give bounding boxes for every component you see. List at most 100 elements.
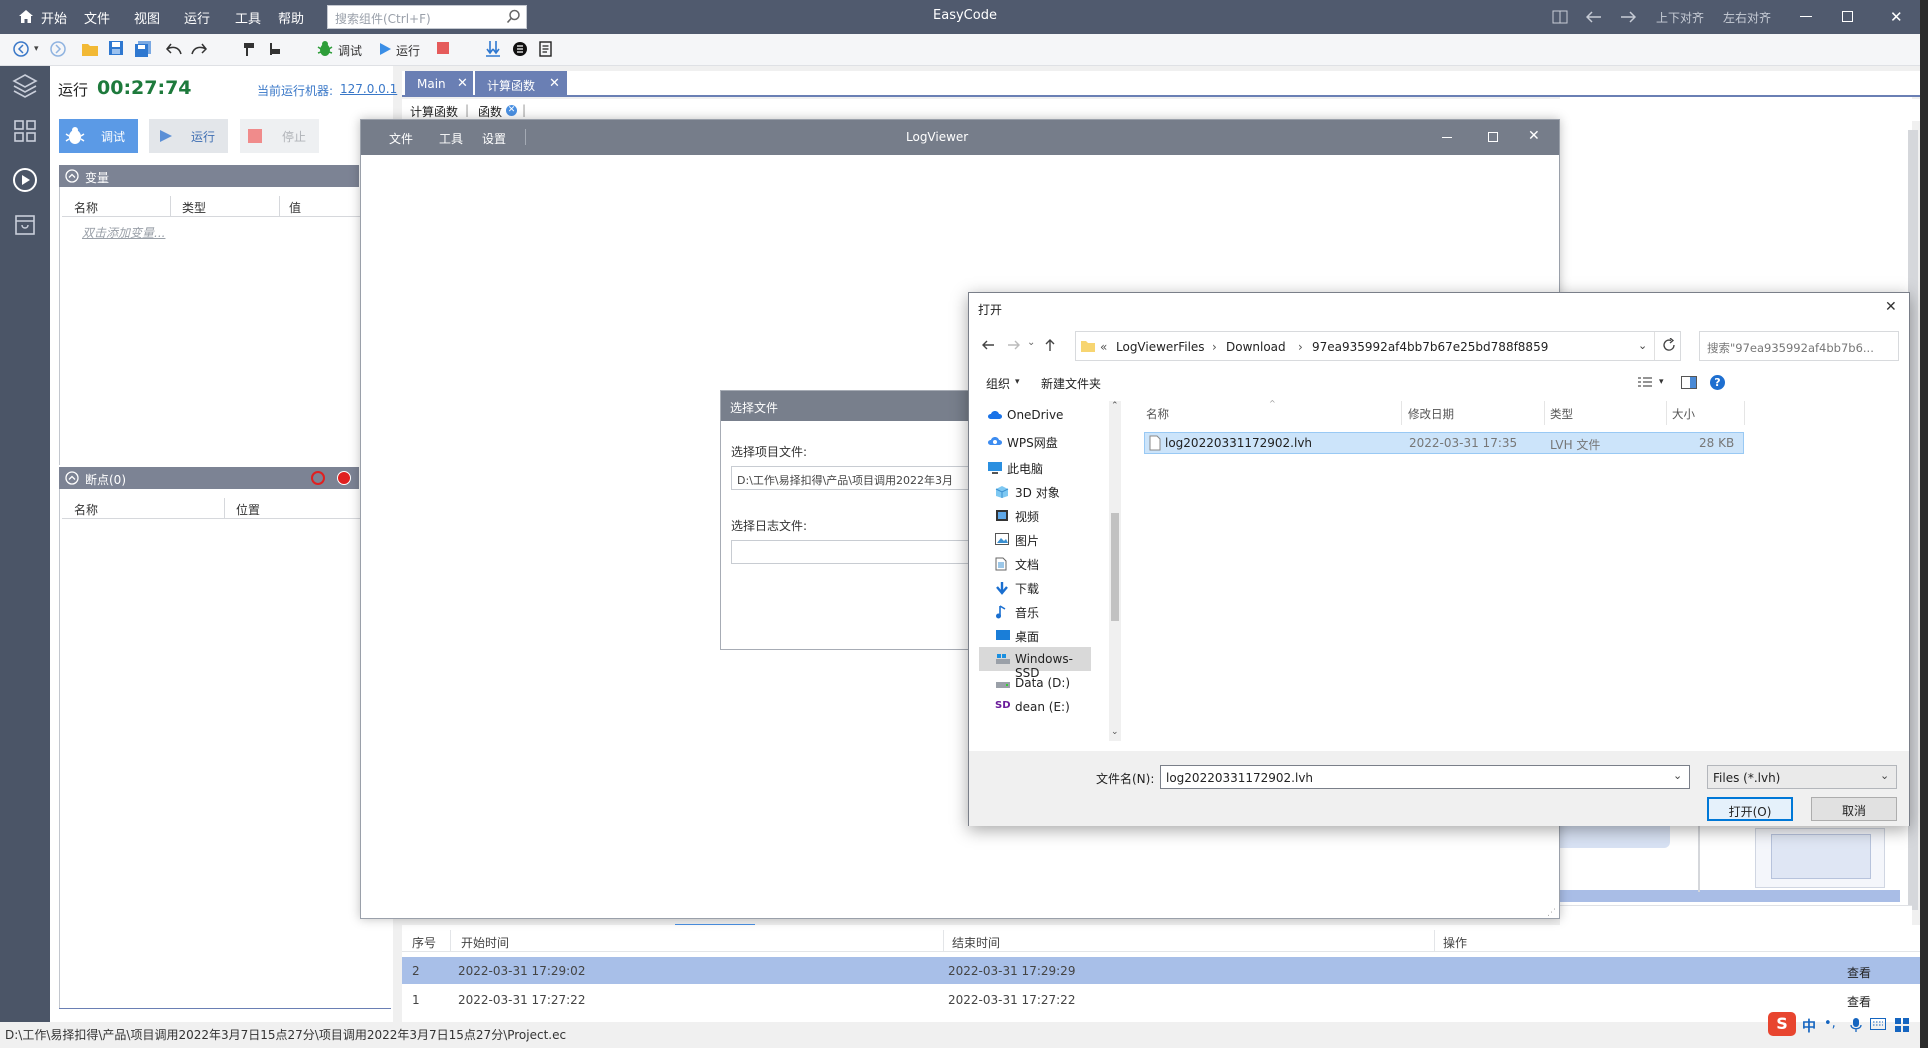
subtab-compute[interactable]: 计算函数 [410, 103, 458, 120]
file-row[interactable]: log20220331172902.lvh 2022-03-31 17:35 L… [1144, 432, 1744, 454]
log-file-input[interactable] [731, 540, 1001, 564]
col-modified[interactable]: 修改日期 [1408, 406, 1454, 422]
add-variable-hint[interactable]: 双击添加变量... [82, 224, 165, 241]
col-filename[interactable]: 名称 [1146, 406, 1169, 422]
ime-sogou-icon[interactable]: S [1768, 1012, 1796, 1036]
machine-ip-link[interactable]: 127.0.0.1 [340, 82, 397, 96]
ime-chinese-icon[interactable]: 中 [1802, 1016, 1816, 1036]
forward-arrow-icon[interactable] [1007, 338, 1021, 352]
ime-toolbox-icon[interactable] [1895, 1018, 1909, 1032]
table-row[interactable]: 2 2022-03-31 17:29:02 2022-03-31 17:29:2… [402, 957, 1920, 984]
nav-item-music[interactable]: 音乐 [979, 599, 1091, 623]
debug-button[interactable]: 调试 [59, 119, 138, 153]
filetype-select[interactable]: Files (*.lvh) ⌄ [1707, 765, 1897, 789]
subtab-function[interactable]: 函数 [478, 103, 502, 120]
component-search-input[interactable]: 搜索组件(Ctrl+F) [327, 5, 527, 29]
address-bar[interactable]: « LogViewerFiles › Download › 97ea935992… [1075, 331, 1681, 361]
log-document-icon[interactable] [538, 41, 554, 57]
table-row[interactable]: 1 2022-03-31 17:27:22 2022-03-31 17:27:2… [402, 986, 1920, 1013]
stop-button[interactable]: 停止 [240, 119, 319, 153]
toolbar-run-label[interactable]: 运行 [396, 42, 420, 59]
nav-item-documents[interactable]: 文档 [979, 551, 1091, 575]
minimize-icon[interactable] [1800, 16, 1812, 17]
align-horizontal-button[interactable]: 左右对齐 [1723, 9, 1771, 26]
logviewer-menu-file[interactable]: 文件 [389, 130, 413, 147]
menu-tools[interactable]: 工具 [235, 8, 261, 27]
microphone-icon[interactable] [1850, 1017, 1862, 1033]
run-button[interactable]: 运行 [149, 119, 228, 153]
col-name[interactable]: 名称 [74, 199, 98, 216]
col-value[interactable]: 值 [289, 199, 301, 216]
close-tab-icon[interactable]: ✕ [457, 76, 468, 91]
close-subtab-icon[interactable]: ✕ [506, 105, 517, 116]
filename-input[interactable]: log20220331172902.lvh ⌄ [1160, 765, 1690, 789]
minimap[interactable] [1755, 828, 1885, 888]
filename-dropdown-icon[interactable]: ⌄ [1673, 769, 1682, 782]
nav-item-pictures[interactable]: 图片 [979, 527, 1091, 551]
download-toolbar-icon[interactable] [485, 40, 501, 57]
breadcrumb-logviewerfiles[interactable]: LogViewerFiles [1116, 340, 1205, 354]
home-icon[interactable] [18, 9, 34, 24]
breadcrumb-overflow[interactable]: « [1100, 340, 1107, 354]
collapse-icon[interactable] [65, 471, 79, 485]
col-name[interactable]: 名称 [74, 501, 98, 518]
address-dropdown-icon[interactable]: ⌄ [1638, 339, 1647, 352]
menu-view[interactable]: 视图 [134, 8, 160, 27]
nav-item-data-d[interactable]: Data (D:) [979, 671, 1091, 695]
save-all-icon[interactable] [134, 40, 152, 57]
ime-punct-icon[interactable]: •, [1824, 1016, 1836, 1031]
view-link[interactable]: 查看 [1847, 993, 1871, 1010]
menu-file[interactable]: 文件 [84, 8, 110, 27]
close-tab-icon[interactable]: ✕ [549, 76, 560, 91]
organize-menu[interactable]: 组织 [986, 375, 1010, 392]
back-dropdown-icon[interactable]: ▾ [34, 44, 39, 54]
menu-start[interactable]: 开始 [41, 8, 67, 27]
up-arrow-icon[interactable] [1043, 338, 1057, 352]
nav-item-videos[interactable]: 视频 [979, 503, 1091, 527]
organize-dropdown-icon[interactable]: ▾ [1015, 377, 1020, 387]
breakpoints-section-header[interactable]: 断点(0) [59, 467, 359, 489]
align-vertical-button[interactable]: 上下对齐 [1656, 9, 1704, 26]
nav-item-dean-e[interactable]: SD dean (E:) [979, 695, 1091, 719]
debug-bug-icon[interactable] [316, 40, 334, 58]
filetype-dropdown-icon[interactable]: ⌄ [1880, 769, 1889, 782]
col-size[interactable]: 大小 [1672, 406, 1695, 422]
preview-pane-icon[interactable] [1681, 376, 1697, 389]
cancel-button[interactable]: 取消 [1811, 797, 1897, 821]
undo-toolbar-icon[interactable] [165, 41, 183, 57]
keyboard-icon[interactable] [1870, 1018, 1886, 1030]
nav-item-desktop[interactable]: 桌面 [979, 623, 1091, 647]
col-type[interactable]: 类型 [182, 199, 206, 216]
nav-scrollbar[interactable]: ⌃ ⌄ [1109, 401, 1121, 741]
breadcrumb-current[interactable]: 97ea935992af4bb7b67e25bd788f8859 [1312, 340, 1548, 354]
logviewer-menu-settings[interactable]: 设置 [482, 130, 506, 147]
forward-icon[interactable] [49, 40, 67, 58]
layers-icon[interactable] [12, 72, 38, 98]
logviewer-menu-tools[interactable]: 工具 [439, 130, 463, 147]
nav-item-windows-ssd[interactable]: Windows-SSD [979, 647, 1091, 680]
toolbar-debug-label[interactable]: 调试 [338, 42, 362, 59]
step-out-icon[interactable] [268, 41, 282, 57]
run-panel-icon[interactable] [12, 167, 38, 193]
nav-item-wps[interactable]: WPS网盘 [979, 429, 1091, 453]
project-file-input[interactable]: D:\工作\易择扣得\产品\项目调用2022年3月 [731, 466, 1001, 490]
breadcrumb-download[interactable]: Download [1226, 340, 1286, 354]
menu-help[interactable]: 帮助 [278, 8, 304, 27]
play-icon[interactable] [378, 42, 392, 56]
scroll-down-icon[interactable]: ⌄ [1111, 727, 1119, 737]
menu-run[interactable]: 运行 [184, 8, 210, 27]
collapse-icon[interactable] [65, 169, 79, 183]
undo-icon[interactable] [1586, 10, 1602, 24]
close-icon[interactable]: ✕ [1890, 8, 1903, 26]
close-icon[interactable]: ✕ [1885, 299, 1905, 319]
view-link[interactable]: 查看 [1847, 964, 1871, 981]
save-icon[interactable] [108, 40, 124, 56]
search-icon[interactable] [506, 9, 521, 24]
col-type[interactable]: 类型 [1550, 406, 1573, 422]
minimize-icon[interactable] [1442, 137, 1452, 138]
view-dropdown-icon[interactable]: ▾ [1659, 377, 1664, 387]
open-button[interactable]: 打开(O) [1707, 797, 1793, 821]
scroll-up-icon[interactable]: ⌃ [1111, 401, 1119, 411]
refresh-icon[interactable] [1662, 338, 1676, 352]
breakpoint-filled-icon[interactable] [337, 471, 351, 485]
